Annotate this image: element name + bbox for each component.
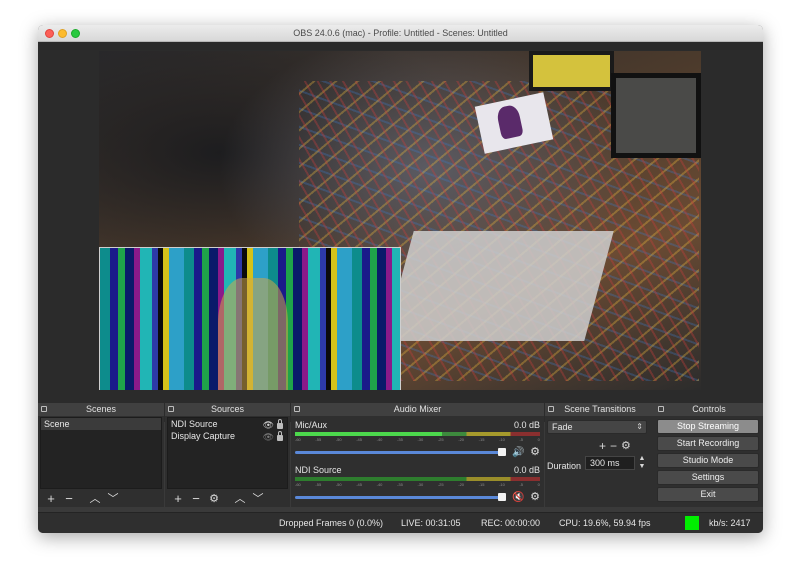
shelf-image <box>384 231 614 341</box>
eye-icon[interactable]: 👁 <box>263 420 274 430</box>
duration-stepper[interactable]: ▲ ▼ <box>637 455 647 471</box>
start-recording-button[interactable]: Start Recording <box>657 436 759 451</box>
volume-slider[interactable] <box>295 496 506 499</box>
undock-icon[interactable] <box>548 406 554 412</box>
meter-scale: -60 -55 -50 -45 -40 -35 -30 -25 -20 -15 -10 -5 0 <box>295 437 540 442</box>
undock-icon[interactable] <box>41 406 47 412</box>
sources-dock: Sources NDI Source 👁 Display Capture 👁 +… <box>165 403 290 507</box>
undock-icon[interactable] <box>168 406 174 412</box>
undock-icon[interactable] <box>658 406 664 412</box>
scenes-toolbar: + − ︿ ﹀ <box>42 491 162 507</box>
scene-item[interactable]: Scene <box>41 418 161 430</box>
source-item[interactable]: Display Capture 👁 <box>168 430 287 442</box>
speaker-muted-icon[interactable]: 🔇 <box>512 492 524 503</box>
mixer-channel-ndi: NDI Source 0.0 dB -60 -55 -50 -45 -40 -35 -30-… <box>295 465 540 503</box>
audio-mixer-dock-header[interactable]: Audio Mixer <box>291 403 544 416</box>
speaker-icon[interactable]: 🔊 <box>512 447 524 458</box>
stop-streaming-button[interactable]: Stop Streaming <box>657 419 759 434</box>
anime-figure-image <box>495 103 524 140</box>
remove-transition-button[interactable]: − <box>610 439 617 453</box>
gear-icon[interactable]: ⚙ <box>621 439 631 453</box>
volume-slider[interactable] <box>295 451 506 454</box>
chevron-updown-icon: ⇕ <box>636 422 643 431</box>
status-bar: Dropped Frames 0 (0.0%) LIVE: 00:31:05 R… <box>38 512 763 533</box>
exit-button[interactable]: Exit <box>657 487 759 502</box>
sources-toolbar: + − ⚙ ︿ ﹀ <box>169 491 288 507</box>
settings-button[interactable]: Settings <box>657 470 759 485</box>
crt-monitor-image <box>529 51 614 91</box>
undock-icon[interactable] <box>294 406 300 412</box>
controls-dock: Controls Stop Streaming Start Recording … <box>655 403 763 507</box>
scenes-dock: Scenes Scene + − ︿ ﹀ <box>38 403 164 507</box>
move-down-icon[interactable]: ﹀ <box>249 492 267 506</box>
volume-slider-handle[interactable] <box>498 493 506 501</box>
duration-label: Duration <box>547 461 582 471</box>
stream-health-indicator <box>685 516 699 530</box>
remove-source-button[interactable]: − <box>187 492 205 506</box>
source-item[interactable]: NDI Source 👁 <box>168 418 287 430</box>
preview-area <box>38 42 763 422</box>
title-bar[interactable]: OBS 24.0.6 (mac) - Profile: Untitled - S… <box>38 25 763 42</box>
window-title: OBS 24.0.6 (mac) - Profile: Untitled - S… <box>293 28 508 38</box>
bitrate-text: kb/s: 2417 <box>709 518 751 528</box>
volume-meter <box>295 477 540 481</box>
sources-dock-header[interactable]: Sources <box>165 403 290 416</box>
remove-scene-button[interactable]: − <box>60 492 78 506</box>
glitch-figure-image <box>218 278 288 390</box>
scenes-list[interactable]: Scene <box>40 417 162 489</box>
volume-slider-handle[interactable] <box>498 448 506 456</box>
lock-icon[interactable] <box>277 431 283 441</box>
audio-mixer-dock: Audio Mixer Mic/Aux 0.0 dB -60 -55 -50 -45-… <box>291 403 544 507</box>
duration-input[interactable]: 300 ms <box>585 456 635 470</box>
transition-select[interactable]: Fade ⇕ <box>547 420 647 434</box>
obs-window: OBS 24.0.6 (mac) - Profile: Untitled - S… <box>38 25 763 533</box>
crt-monitor-image <box>611 73 701 158</box>
gear-icon[interactable]: ⚙ <box>530 491 540 503</box>
add-scene-button[interactable]: + <box>42 492 60 506</box>
dropped-frames-text: Dropped Frames 0 (0.0%) <box>279 518 384 528</box>
scenes-dock-header[interactable]: Scenes <box>38 403 164 416</box>
move-up-icon[interactable]: ︿ <box>231 492 249 506</box>
mixer-channel-mic: Mic/Aux 0.0 dB -60 -55 -50 -45 -40 -35 -30 -25-… <box>295 420 540 458</box>
rec-timer: REC: 00:00:00 <box>481 518 541 528</box>
ndi-source-overlay[interactable] <box>99 247 401 390</box>
sources-list[interactable]: NDI Source 👁 Display Capture 👁 <box>167 417 288 489</box>
eye-hidden-icon[interactable]: 👁 <box>263 432 274 442</box>
volume-meter <box>295 432 540 436</box>
scene-transitions-dock-header[interactable]: Scene Transitions <box>545 403 655 416</box>
scene-transitions-dock: Scene Transitions Fade ⇕ + − ⚙ Duration … <box>545 403 655 507</box>
move-down-icon[interactable]: ﹀ <box>104 492 122 506</box>
add-source-button[interactable]: + <box>169 492 187 506</box>
gear-icon[interactable]: ⚙ <box>205 492 223 506</box>
add-transition-button[interactable]: + <box>599 439 606 453</box>
move-up-icon[interactable]: ︿ <box>86 492 104 506</box>
studio-mode-button[interactable]: Studio Mode <box>657 453 759 468</box>
live-timer: LIVE: 00:31:05 <box>401 518 461 528</box>
lock-icon[interactable] <box>277 419 283 429</box>
program-preview[interactable] <box>99 51 701 390</box>
cpu-fps-text: CPU: 19.6%, 59.94 fps <box>559 518 651 528</box>
controls-dock-header[interactable]: Controls <box>655 403 763 416</box>
meter-scale: -60 -55 -50 -45 -40 -35 -30 -25 -20 -15 -10 -5 0 <box>295 482 540 487</box>
gear-icon[interactable]: ⚙ <box>530 446 540 458</box>
